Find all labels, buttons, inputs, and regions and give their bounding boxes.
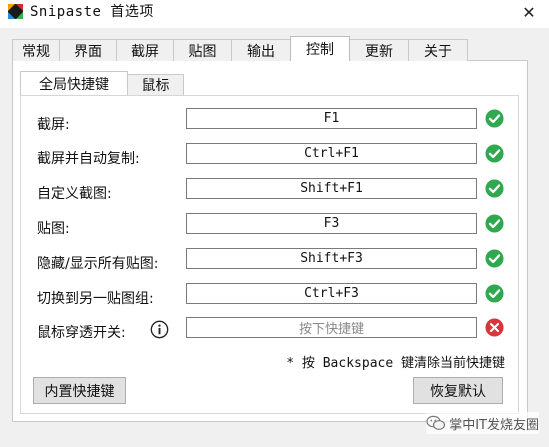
hotkey-label-toggle-pastes: 隐藏/显示所有贴图: bbox=[37, 256, 159, 272]
hotkey-field-mouse-passthrough[interactable]: 按下快捷键 bbox=[186, 317, 477, 338]
hotkey-field-snip-copy[interactable]: Ctrl+F1 bbox=[186, 143, 477, 164]
close-icon: ✕ bbox=[522, 2, 536, 22]
backspace-hint: * 按 Backspace 键清除当前快捷键 bbox=[286, 356, 505, 371]
hotkey-field-custom-snip[interactable]: Shift+F1 bbox=[186, 178, 477, 199]
error-icon bbox=[485, 318, 504, 337]
hotkey-field-paste[interactable]: F3 bbox=[186, 213, 477, 234]
close-button[interactable]: ✕ bbox=[509, 0, 549, 24]
restore-defaults-button[interactable]: 恢复默认 bbox=[413, 377, 503, 404]
tab-snip[interactable]: 截屏 bbox=[116, 39, 174, 61]
tab-update[interactable]: 更新 bbox=[349, 39, 409, 61]
control-subtabs: 全局快捷键 鼠标 bbox=[20, 71, 184, 96]
wechat-icon bbox=[426, 415, 446, 430]
builtin-hotkeys-button[interactable]: 内置快捷键 bbox=[33, 377, 126, 404]
watermark: 掌中IT发烧友圈 bbox=[426, 412, 539, 434]
hotkey-field-switch-group[interactable]: Ctrl+F3 bbox=[186, 283, 477, 304]
hotkey-label-mouse-passthrough: 鼠标穿透开关: bbox=[37, 325, 126, 341]
hotkey-label-snip: 截屏: bbox=[37, 117, 70, 133]
hotkey-label-paste: 贴图: bbox=[37, 221, 70, 237]
hotkey-label-snip-copy: 截屏并自动复制: bbox=[37, 151, 140, 167]
tab-about[interactable]: 关于 bbox=[408, 39, 468, 61]
check-icon bbox=[485, 284, 504, 303]
tab-output[interactable]: 输出 bbox=[231, 39, 291, 61]
hotkey-label-switch-group: 切换到另一贴图组: bbox=[37, 291, 154, 307]
subtab-global-hotkeys[interactable]: 全局快捷键 bbox=[20, 71, 128, 95]
check-icon bbox=[485, 144, 504, 163]
check-icon bbox=[485, 109, 504, 128]
hotkey-field-toggle-pastes[interactable]: Shift+F3 bbox=[186, 248, 477, 269]
tab-paste[interactable]: 贴图 bbox=[173, 39, 232, 61]
tab-control[interactable]: 控制 bbox=[290, 36, 350, 61]
hotkey-field-snip[interactable]: F1 bbox=[186, 108, 477, 129]
check-icon bbox=[485, 179, 504, 198]
watermark-text: 掌中IT发烧友圈 bbox=[449, 417, 539, 433]
window-title: Snipaste 首选项 bbox=[30, 4, 154, 20]
subtab-mouse[interactable]: 鼠标 bbox=[127, 74, 184, 95]
tab-general[interactable]: 常规 bbox=[12, 39, 60, 61]
snipaste-logo-icon bbox=[8, 4, 23, 19]
main-tabs: 常规 界面 截屏 贴图 输出 控制 更新 关于 bbox=[12, 36, 468, 61]
title-bar: Snipaste 首选项 ✕ bbox=[0, 0, 549, 28]
tab-interface[interactable]: 界面 bbox=[59, 39, 117, 61]
check-icon bbox=[485, 249, 504, 268]
info-icon[interactable] bbox=[150, 320, 169, 339]
check-icon bbox=[485, 214, 504, 233]
hotkey-label-custom-snip: 自定义截图: bbox=[37, 186, 112, 202]
